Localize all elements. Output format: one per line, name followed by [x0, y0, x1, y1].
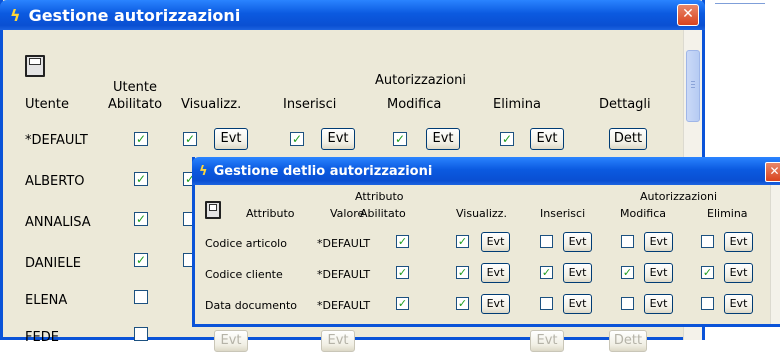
visualizz-checkbox[interactable]: ✓: [183, 132, 197, 146]
elimina-checkbox[interactable]: [701, 297, 714, 310]
user-enabled-checkbox[interactable]: ✓: [134, 212, 148, 226]
user-name: ALBERTO: [25, 174, 85, 189]
header-inserisci: Inserisci: [283, 97, 337, 112]
elimina-checkbox[interactable]: ✓: [500, 132, 514, 146]
visualizz-checkbox[interactable]: ✓: [456, 297, 469, 310]
user-name: FEDE: [25, 330, 59, 345]
attribute-value: *DEFAULT: [317, 299, 371, 312]
modifica-checkbox[interactable]: ✓: [393, 132, 407, 146]
modifica-checkbox[interactable]: ✓: [621, 266, 634, 279]
main-scrollbar-thumb[interactable]: [686, 50, 700, 122]
user-name: *DEFAULT: [25, 133, 88, 148]
user-enabled-checkbox[interactable]: [134, 290, 148, 304]
inserisci-evt-button[interactable]: Evt: [321, 128, 355, 150]
visualizz-checkbox[interactable]: ✓: [456, 266, 469, 279]
dettagli-button[interactable]: Dett: [609, 128, 647, 150]
modifica-evt-button[interactable]: Evt: [644, 232, 673, 252]
header-autorizzazioni: Autorizzazioni: [640, 190, 717, 203]
attribute-value: *DEFAULT: [317, 237, 371, 250]
inserisci-evt-button[interactable]: Evt: [563, 232, 592, 252]
elimina-evt-button[interactable]: Evt: [724, 232, 753, 252]
visualizz-evt-button[interactable]: Evt: [214, 128, 248, 150]
elimina-checkbox[interactable]: [701, 235, 714, 248]
main-close-button[interactable]: ✕: [677, 4, 699, 26]
detail-window: ϟ Gestione detlio autorizzazioni ✕ Attri…: [192, 157, 780, 327]
visualizz-evt-button[interactable]: Evt: [481, 232, 510, 252]
visualizz-checkbox[interactable]: ✓: [456, 235, 469, 248]
header-visualizz: Visualizz.: [456, 207, 507, 220]
user-enabled-checkbox[interactable]: ✓: [134, 132, 148, 146]
inserisci-evt-button[interactable]: Evt: [563, 263, 592, 283]
inserisci-evt-button[interactable]: Evt: [563, 294, 592, 314]
user-name: ANNALISA: [25, 215, 91, 230]
save-floppy-icon[interactable]: [25, 55, 45, 77]
detail-close-button[interactable]: ✕: [765, 162, 780, 182]
modifica-checkbox[interactable]: [621, 235, 634, 248]
header-attributo-abilitato-line1: Attributo: [355, 190, 404, 203]
elimina-evt-button[interactable]: Evt: [530, 128, 564, 150]
header-attributo: Attributo: [246, 207, 295, 220]
header-modifica: Modifica: [620, 207, 666, 220]
header-elimina: Elimina: [707, 207, 748, 220]
attribute-value: *DEFAULT: [317, 268, 371, 281]
inserisci-checkbox[interactable]: ✓: [540, 266, 553, 279]
lightning-app-icon: ϟ: [10, 5, 21, 25]
attribute-name: Codice articolo: [205, 237, 287, 250]
attribute-enabled-checkbox[interactable]: ✓: [396, 297, 409, 310]
user-enabled-checkbox[interactable]: ✓: [134, 253, 148, 267]
header-utente-abilitato-line1: Utente: [113, 80, 157, 95]
main-window-title: Gestione autorizzazioni: [28, 5, 241, 25]
elimina-checkbox[interactable]: ✓: [701, 266, 714, 279]
background-window-edge: [715, 3, 765, 4]
elimina-evt-button[interactable]: Evt: [530, 330, 564, 352]
visualizz-evt-button[interactable]: Evt: [481, 263, 510, 283]
user-enabled-checkbox[interactable]: ✓: [134, 172, 148, 186]
elimina-evt-button[interactable]: Evt: [724, 294, 753, 314]
lightning-app-icon: ϟ: [199, 163, 208, 179]
elimina-evt-button[interactable]: Evt: [724, 263, 753, 283]
inserisci-checkbox[interactable]: ✓: [290, 132, 304, 146]
header-utente-abilitato-line2: Abilitato: [108, 97, 163, 112]
user-name: ELENA: [25, 293, 68, 308]
detail-titlebar[interactable]: ϟ Gestione detlio autorizzazioni ✕: [192, 157, 780, 185]
modifica-evt-button[interactable]: Evt: [644, 263, 673, 283]
dettagli-button[interactable]: Dett: [609, 330, 647, 352]
user-name: DANIELE: [25, 256, 81, 271]
user-enabled-checkbox[interactable]: [134, 327, 148, 341]
modifica-evt-button[interactable]: Evt: [644, 294, 673, 314]
header-autorizzazioni: Autorizzazioni: [375, 73, 466, 88]
modifica-checkbox[interactable]: [621, 297, 634, 310]
detail-window-title: Gestione detlio autorizzazioni: [213, 163, 433, 179]
header-attributo-abilitato-line2: Abilitato: [360, 207, 406, 220]
inserisci-evt-button[interactable]: Evt: [321, 330, 355, 352]
header-elimina: Elimina: [493, 97, 541, 112]
visualizz-evt-button[interactable]: Evt: [214, 330, 248, 352]
visualizz-evt-button[interactable]: Evt: [481, 294, 510, 314]
detail-vertical-scrollbar[interactable]: [770, 185, 780, 324]
modifica-evt-button[interactable]: Evt: [426, 128, 460, 150]
header-modifica: Modifica: [387, 97, 442, 112]
header-valore: Valore: [330, 207, 365, 220]
main-titlebar[interactable]: ϟ Gestione autorizzazioni ✕: [0, 0, 705, 30]
attribute-enabled-checkbox[interactable]: ✓: [396, 235, 409, 248]
header-inserisci: Inserisci: [540, 207, 586, 220]
header-dettagli: Dettagli: [599, 97, 651, 112]
attribute-name: Data documento: [205, 299, 297, 312]
attribute-name: Codice cliente: [205, 268, 283, 281]
inserisci-checkbox[interactable]: [540, 297, 553, 310]
save-floppy-icon[interactable]: [205, 201, 221, 219]
inserisci-checkbox[interactable]: [540, 235, 553, 248]
attribute-enabled-checkbox[interactable]: ✓: [396, 266, 409, 279]
header-visualizz: Visualizz.: [181, 97, 242, 112]
header-utente: Utente: [25, 97, 69, 112]
